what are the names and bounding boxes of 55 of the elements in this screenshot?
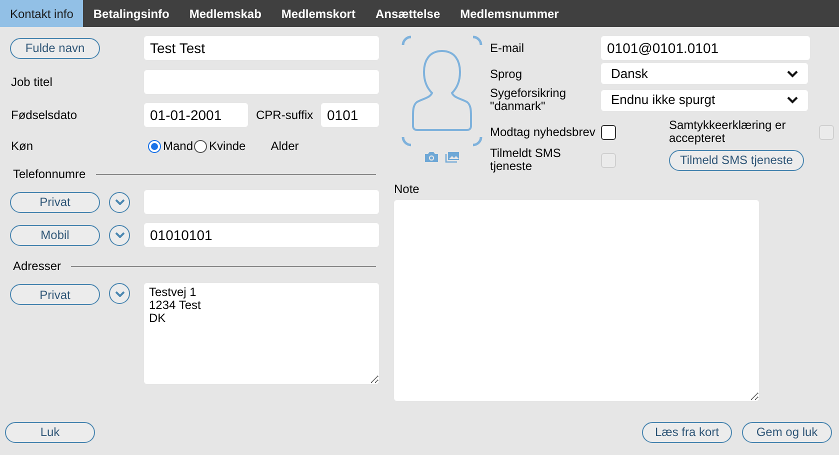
- image-icon[interactable]: [445, 151, 460, 163]
- phone-type-button[interactable]: Privat: [10, 192, 100, 212]
- chevron-down-icon: [114, 290, 124, 296]
- checkbox-label: Tilmeldt SMS tjeneste: [490, 147, 562, 173]
- section-title: Telefonnumre: [13, 166, 86, 183]
- tab[interactable]: Medlemsnummer: [450, 0, 569, 27]
- address-field[interactable]: Testvej 1 1234 Test DK: [144, 283, 379, 384]
- field-label: Alder: [270, 138, 299, 155]
- action-button[interactable]: Læs fra kort: [642, 422, 732, 442]
- insurance-select[interactable]: Endnu ikke spurgt: [601, 90, 808, 110]
- tab[interactable]: Kontakt info: [0, 0, 84, 27]
- radio-button[interactable]: [194, 140, 208, 152]
- cpr-field[interactable]: 0101: [321, 103, 379, 127]
- email-field[interactable]: 0101@0101.0101: [601, 36, 810, 60]
- avatar-placeholder-icon[interactable]: [401, 35, 483, 147]
- phone-field[interactable]: 01010101: [144, 223, 379, 247]
- field-label: Fødselsdato: [10, 107, 78, 124]
- phone-type-button[interactable]: Mobil: [10, 224, 100, 246]
- field-label: Note: [394, 181, 420, 198]
- tab[interactable]: Medlemskab: [179, 0, 272, 27]
- chevron-down-icon: [787, 96, 798, 104]
- section-title: Adresser: [13, 258, 62, 275]
- action-button[interactable]: Gem og luk: [742, 422, 832, 442]
- chevron-down-icon: [114, 232, 124, 238]
- close-button[interactable]: Luk: [5, 422, 95, 442]
- checkbox-label: Samtykkeerklæring er accepteret: [669, 119, 787, 145]
- checkbox-label: Modtag nyhedsbrev: [490, 126, 596, 138]
- field-label: E-mail: [490, 40, 526, 56]
- sms-signup-button[interactable]: Tilmeld SMS tjeneste: [669, 150, 804, 170]
- language-select[interactable]: Dansk: [601, 63, 808, 84]
- field-label: Job titel: [10, 74, 54, 91]
- expand-button[interactable]: [109, 283, 130, 304]
- radio-label: Kvinde: [209, 138, 246, 155]
- birth-date-field[interactable]: 01-01-2001: [144, 103, 248, 127]
- job-title-field[interactable]: [144, 70, 379, 94]
- chevron-down-icon: [787, 70, 798, 78]
- tab[interactable]: Betalingsinfo: [83, 0, 180, 27]
- phone-field[interactable]: [144, 190, 379, 214]
- note-field[interactable]: [394, 200, 759, 401]
- field-label: Sprog: [490, 66, 524, 82]
- expand-button[interactable]: [109, 192, 130, 212]
- checkbox[interactable]: [601, 124, 616, 140]
- chevron-down-icon: [114, 199, 124, 205]
- field-label: Sygeforsikring "danmark": [490, 87, 568, 113]
- radio-label: Mand: [163, 138, 194, 155]
- field-label: Køn: [10, 138, 34, 155]
- tab[interactable]: Ansættelse: [365, 0, 450, 27]
- full-name-field[interactable]: Test Test: [144, 36, 379, 60]
- tab[interactable]: Medlemskort: [271, 0, 366, 27]
- expand-button[interactable]: [109, 224, 130, 246]
- radio-button[interactable]: [148, 140, 161, 152]
- address-type-button[interactable]: Privat: [10, 284, 100, 305]
- field-label: CPR-suffix: [256, 107, 314, 124]
- full-name-button[interactable]: Fulde navn: [10, 38, 100, 58]
- camera-icon[interactable]: [424, 151, 439, 163]
